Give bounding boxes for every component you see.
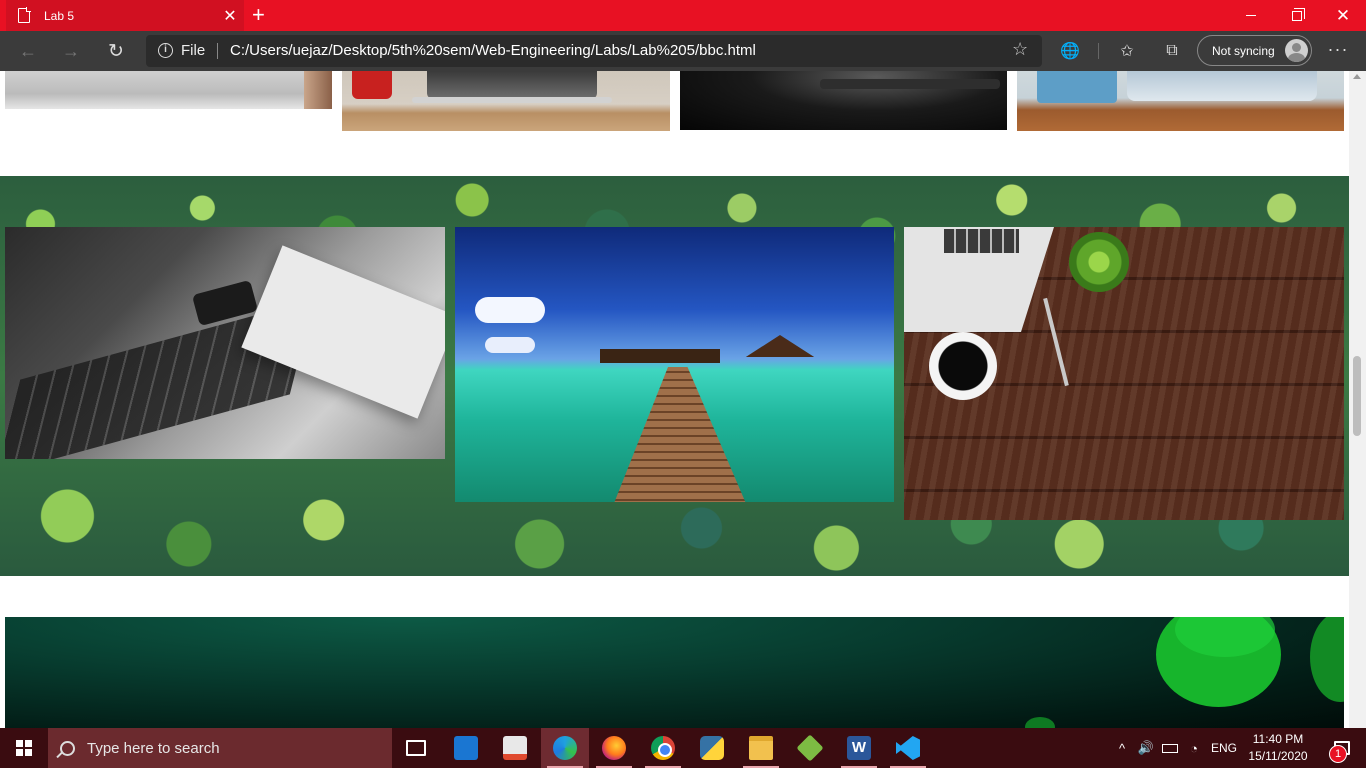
taskbar-chrome[interactable]: [639, 728, 687, 768]
gallery-image-resort: [455, 227, 894, 502]
dark-green-banner: [5, 617, 1344, 728]
chrome-icon: [651, 736, 675, 760]
browser-title-bar: Lab 5 ✕ + ✕: [0, 0, 1366, 31]
vscode-icon: [896, 736, 920, 760]
minimize-button[interactable]: [1228, 0, 1274, 31]
browser-tab[interactable]: Lab 5 ✕: [6, 0, 244, 31]
gallery-image-desk: [904, 227, 1344, 520]
volume-icon[interactable]: 🔊: [1136, 728, 1156, 768]
top-image-4: [1017, 71, 1344, 131]
restore-button[interactable]: [1274, 0, 1320, 31]
taskbar-store[interactable]: [491, 728, 539, 768]
firefox-icon: [602, 736, 626, 760]
tab-close-button[interactable]: ✕: [218, 6, 242, 26]
info-icon[interactable]: i: [158, 43, 173, 58]
taskbar-search[interactable]: Type here to search: [48, 728, 392, 768]
edge-icon: [553, 736, 577, 760]
more-menu-button[interactable]: ···: [1326, 39, 1350, 60]
forward-button[interactable]: →: [59, 39, 83, 63]
taskbar-mail[interactable]: [442, 728, 490, 768]
taskbar-word[interactable]: W: [835, 728, 883, 768]
profile-sync-label: Not syncing: [1212, 43, 1275, 58]
folder-icon: [749, 736, 773, 760]
clock-time: 11:40 PM: [1252, 732, 1304, 746]
notification-badge: 1: [1329, 745, 1347, 763]
scheme-label: File: [181, 42, 206, 59]
tab-title: Lab 5: [44, 8, 75, 23]
taskbar-clock[interactable]: 11:40 PM 15/11/2020: [1244, 731, 1312, 765]
favorite-star-icon[interactable]: ☆: [1012, 39, 1028, 60]
task-view-icon: [406, 740, 426, 756]
python-icon: [700, 736, 724, 760]
minimize-icon: [1246, 15, 1256, 16]
git-icon: [796, 734, 824, 762]
battery-icon[interactable]: [1160, 728, 1180, 768]
taskbar-git[interactable]: [786, 728, 834, 768]
reload-button[interactable]: ↻: [104, 39, 128, 63]
translate-globe-icon[interactable]: 🌐: [1058, 39, 1082, 63]
top-image-3: [680, 71, 1007, 130]
clock-date: 15/11/2020: [1248, 749, 1308, 763]
top-image-2: [342, 71, 670, 131]
start-button[interactable]: [0, 728, 48, 768]
page-icon: [18, 7, 31, 23]
browser-toolbar: ← → ↻ i File C:/Users/uejaz/Desktop/5th%…: [0, 31, 1366, 71]
back-button[interactable]: ←: [16, 39, 40, 63]
store-icon: [503, 736, 527, 760]
new-tab-button[interactable]: +: [252, 3, 265, 27]
favorites-icon[interactable]: ✩: [1115, 39, 1139, 63]
avatar: [1285, 39, 1308, 62]
taskbar-search-placeholder: Type here to search: [87, 739, 220, 757]
address-separator: [217, 43, 218, 59]
mail-icon: [454, 736, 478, 760]
windows-taskbar: Type here to search W ^ 🔊 ◔ ENG 11:40 PM…: [0, 728, 1366, 768]
url-text[interactable]: C:/Users/uejaz/Desktop/5th%20sem/Web-Eng…: [230, 42, 756, 59]
profile-sync-button[interactable]: Not syncing: [1197, 35, 1312, 66]
address-bar[interactable]: i File C:/Users/uejaz/Desktop/5th%20sem/…: [146, 35, 1042, 67]
top-image-1: [5, 71, 332, 109]
taskbar-file-explorer[interactable]: [737, 728, 785, 768]
show-hidden-icons-button[interactable]: ^: [1112, 728, 1132, 768]
close-window-button[interactable]: ✕: [1320, 0, 1366, 31]
restore-icon: [1292, 7, 1305, 21]
taskbar-firefox[interactable]: [590, 728, 638, 768]
taskbar-edge[interactable]: [541, 728, 589, 768]
gallery-image-laptop: [5, 227, 445, 459]
search-icon: [60, 740, 75, 756]
language-indicator[interactable]: ENG: [1208, 728, 1240, 768]
windows-logo-icon: [16, 740, 32, 756]
toolbar-separator: [1098, 43, 1099, 59]
wifi-icon[interactable]: ◔: [1184, 728, 1204, 768]
collections-icon[interactable]: ⧉: [1160, 39, 1184, 63]
taskbar-task-view[interactable]: [392, 728, 440, 768]
taskbar-python[interactable]: [688, 728, 736, 768]
page-viewport: [0, 71, 1349, 728]
word-icon: W: [847, 736, 871, 760]
scroll-up-arrow-icon[interactable]: [1353, 74, 1361, 79]
scroll-thumb[interactable]: [1353, 356, 1361, 436]
vertical-scrollbar[interactable]: [1349, 71, 1366, 728]
taskbar-vscode[interactable]: [884, 728, 932, 768]
